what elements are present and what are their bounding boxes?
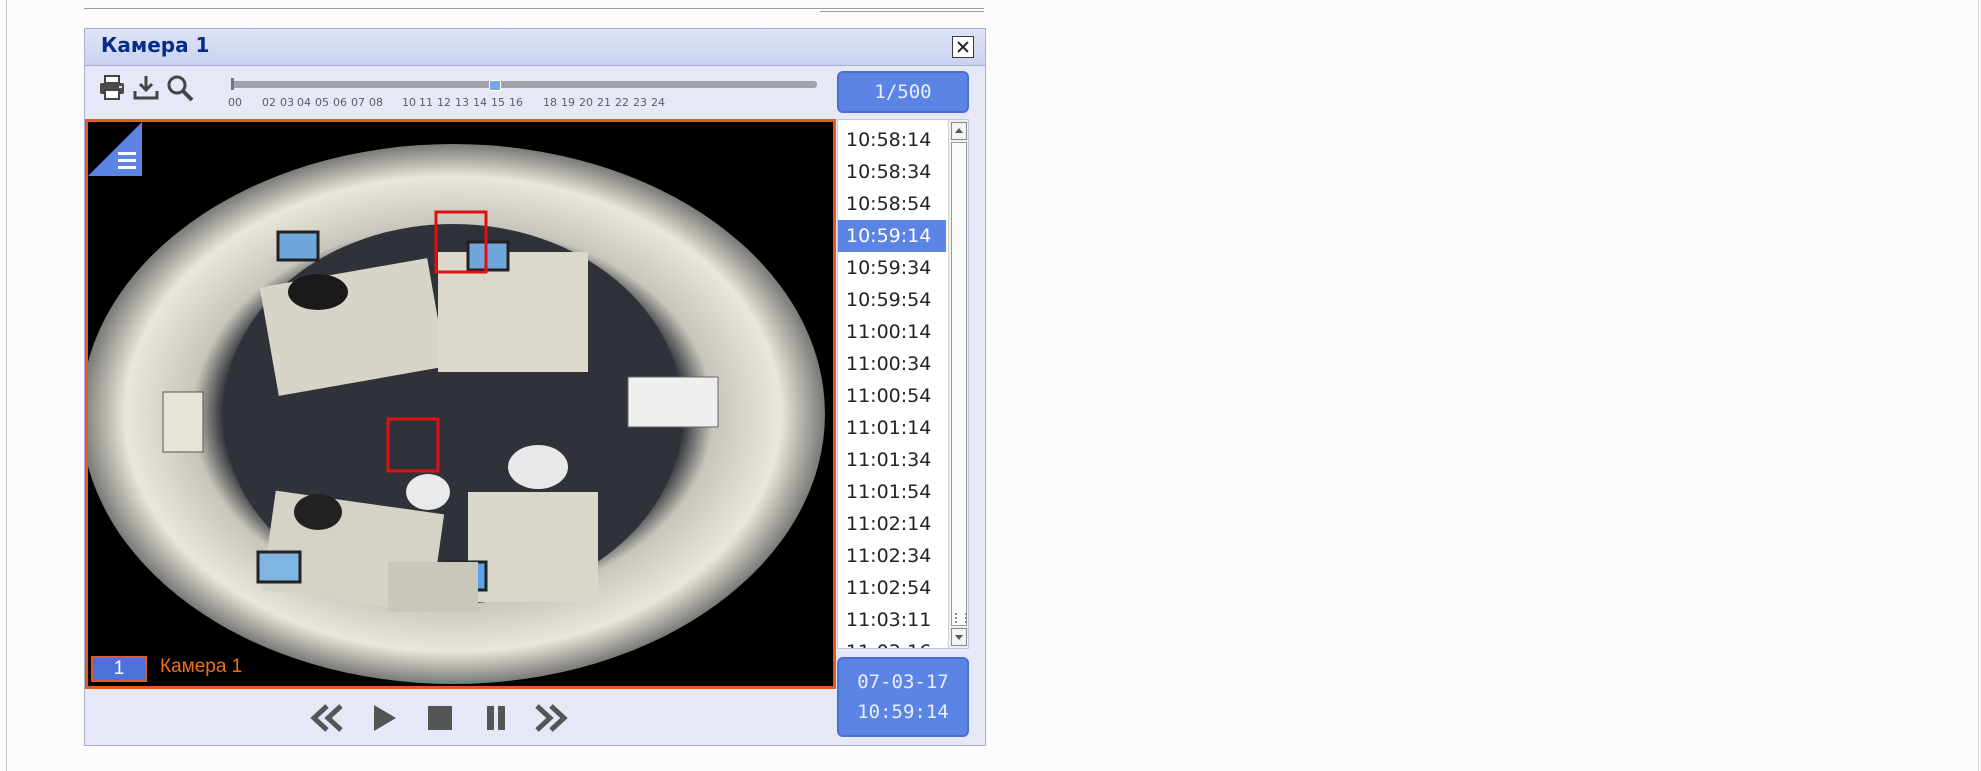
pause-icon[interactable] <box>481 703 511 733</box>
timeline-tick-label: 22 <box>615 96 629 109</box>
time-list-item[interactable]: 11:03:11 <box>838 604 946 636</box>
timeline-tick-label: 11 <box>419 96 433 109</box>
timeline-position-marker[interactable] <box>489 80 501 91</box>
timeline-tick-label: 08 <box>369 96 383 109</box>
time-list-item[interactable]: 11:01:14 <box>838 412 946 444</box>
download-icon[interactable] <box>131 73 161 103</box>
time-list-item[interactable]: 11:02:34 <box>838 540 946 572</box>
timeline-tick-label: 07 <box>351 96 365 109</box>
timeline-tick-label: 03 <box>280 96 294 109</box>
page-divider-left <box>6 0 7 771</box>
scrollbar-thumb[interactable] <box>951 142 967 626</box>
timeline-tick-label: 02 <box>262 96 276 109</box>
timeline-track[interactable] <box>231 81 817 88</box>
timeline-tick-label: 05 <box>315 96 329 109</box>
frame-counter: 1/500 <box>837 71 969 113</box>
timeline-tick-label: 18 <box>543 96 557 109</box>
time-list-item[interactable]: 11:01:34 <box>838 444 946 476</box>
timeline-tick-label: 24 <box>651 96 665 109</box>
time-list-item[interactable]: 10:58:34 <box>838 156 946 188</box>
time-list-item[interactable]: 10:59:54 <box>838 284 946 316</box>
timeline-tick-label: 12 <box>437 96 451 109</box>
fisheye-camera-image <box>88 122 833 686</box>
time-list-item[interactable]: 11:02:54 <box>838 572 946 604</box>
playback-controls <box>85 689 836 745</box>
camera-name-label: Камера 1 <box>160 656 243 677</box>
fast-forward-icon[interactable] <box>533 703 569 733</box>
time-list-item[interactable]: 11:01:54 <box>838 476 946 508</box>
time-list-item[interactable]: 11:02:14 <box>838 508 946 540</box>
search-icon[interactable] <box>165 73 195 103</box>
time-list-item[interactable]: 10:59:34 <box>838 252 946 284</box>
time-list-item[interactable]: 10:58:14 <box>838 124 946 156</box>
time-list-item[interactable]: 10:59:14 <box>838 220 946 252</box>
time-list-item[interactable]: 11:03:16 <box>838 636 946 648</box>
timeline-tick-label: 21 <box>597 96 611 109</box>
timeline-tick-label: 15 <box>491 96 505 109</box>
play-icon[interactable] <box>369 703 399 733</box>
scroll-up-icon[interactable] <box>951 122 967 140</box>
window-title: Камера 1 <box>101 33 210 57</box>
timeline-tick-label: 13 <box>455 96 469 109</box>
timeline-tick-label: 14 <box>473 96 487 109</box>
stop-icon[interactable] <box>425 703 455 733</box>
menu-icon[interactable] <box>88 122 142 176</box>
video-viewport[interactable]: 1 Камера 1 <box>85 119 836 689</box>
close-icon[interactable] <box>952 36 974 58</box>
time-list-item[interactable]: 11:00:54 <box>838 380 946 412</box>
timeline-tick-label: 04 <box>297 96 311 109</box>
timeline-tick-label: 23 <box>633 96 647 109</box>
timeline-tick-label: 20 <box>579 96 593 109</box>
time-list-scrollbar[interactable] <box>948 120 968 648</box>
camera-number-badge: 1 <box>91 656 147 682</box>
time-list: 10:58:14 10:58:34 10:58:54 10:59:14 10:59:34… <box>837 119 969 649</box>
page-divider-top-accent <box>820 11 984 12</box>
current-time: 10:59:14 <box>857 701 949 723</box>
time-list-item[interactable]: 11:00:14 <box>838 316 946 348</box>
timeline-tick-label: 00 <box>228 96 242 109</box>
current-datetime-display: 07-03-17 10:59:14 <box>837 657 969 737</box>
current-date: 07-03-17 <box>857 671 949 693</box>
scroll-down-icon[interactable] <box>951 628 967 646</box>
timeline-tick-label: 06 <box>333 96 347 109</box>
rewind-icon[interactable] <box>309 703 345 733</box>
page-divider-right <box>1978 0 1979 771</box>
timeline-start-handle[interactable] <box>231 78 234 90</box>
print-icon[interactable] <box>97 73 127 103</box>
timeline-tick-label: 19 <box>561 96 575 109</box>
time-list-item[interactable]: 11:00:34 <box>838 348 946 380</box>
time-list-item[interactable]: 10:58:54 <box>838 188 946 220</box>
page-divider-top <box>84 8 984 9</box>
timeline-tick-label: 16 <box>509 96 523 109</box>
camera-window: Камера 1 00 02 03 04 05 06 07 08 10 11 12 13 14 15 16 1… <box>84 28 986 746</box>
grip-icon <box>955 613 967 623</box>
window-titlebar: Камера 1 <box>85 29 985 66</box>
timeline-tick-label: 10 <box>402 96 416 109</box>
